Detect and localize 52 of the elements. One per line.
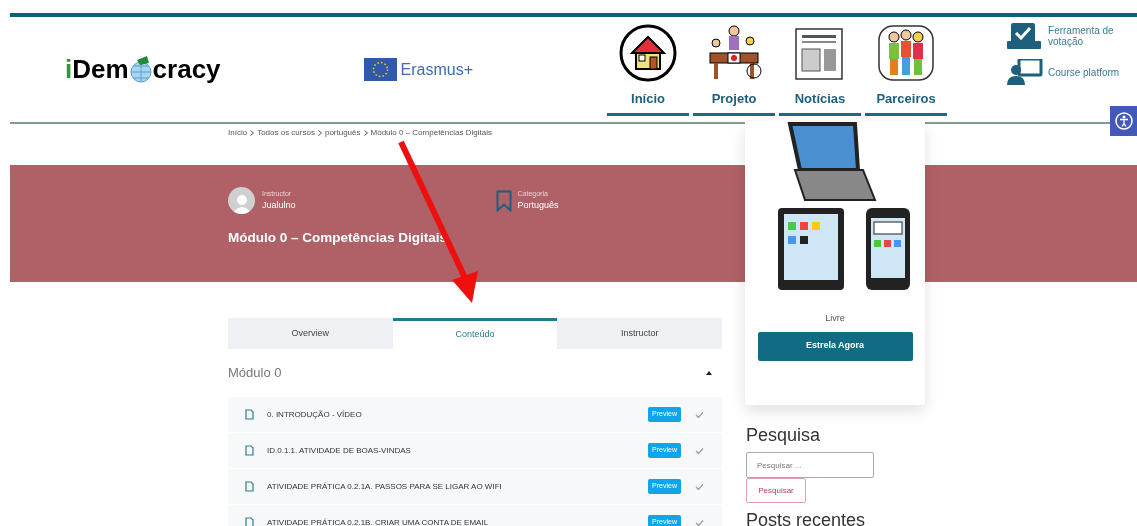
ballot-box-icon [1007,23,1044,49]
site-logo[interactable]: iDem cracy [65,50,221,89]
erasmus-logo: Erasmus+ [363,57,474,82]
check-icon [695,446,704,455]
lesson-title: ID.0.1.1. ATIVIDADE DE BOAS-VINDAS [267,444,412,457]
tool-link[interactable]: Course platform [1007,59,1127,85]
enroll-button[interactable]: Estrela Agora [757,331,913,361]
tab[interactable]: Overview [228,318,393,349]
tab[interactable]: Conteúdo [392,318,558,349]
avatar-icon [228,187,255,214]
nav-link[interactable]: Projeto [693,22,776,116]
chevron-icon [363,130,368,136]
check-icon [695,518,704,526]
category-name: Português [517,199,559,212]
globe-icon [128,55,153,84]
breadcrumb-link[interactable]: Início [228,127,248,139]
document-icon [245,517,254,526]
nav-link[interactable]: Início [607,22,690,116]
breadcrumb-link[interactable]: português [324,127,361,139]
document-icon [245,445,254,456]
presenter-icon [1007,59,1044,85]
recent-posts-heading: Posts recentes [746,509,867,526]
breadcrumb-current: Módulo 0 – Competências Digitais [370,127,492,139]
search-button[interactable]: Pesquisar [746,478,806,503]
tool-link[interactable]: Ferramenta de votação [1007,23,1127,49]
lesson-title: ATIVIDADE PRÁTICA 0.2.1B. CRIAR UMA CONTA DE EMAIL [267,516,490,526]
chevron-icon [250,130,255,136]
logo-text: cracy [152,53,221,86]
lesson-title: ATIVIDADE PRÁTICA 0.2.1A. PASSOS PARA SE LIGAR AO WIFI [267,480,503,493]
check-icon [695,482,704,491]
search-heading: Pesquisa [746,424,822,447]
breadcrumb-link[interactable]: Todos os cursos [257,127,315,139]
document-icon [245,481,254,492]
document-icon [245,409,254,420]
chevron-icon [317,130,322,136]
section-header[interactable]: Módulo 0 [228,349,722,397]
logo-text: iDem [65,53,129,86]
eu-flag-icon [363,58,397,81]
check-icon [695,410,704,419]
course-title: Módulo 0 – Competências Digitais [228,229,449,247]
nav-link[interactable]: Parceiros [865,22,948,116]
house-icon [618,22,679,83]
instructor-name: Jualulno [262,199,296,212]
search-field[interactable]: Pesquisar ... [746,452,874,478]
lesson-title: 0. INTRODUÇÃO - VÍDEO [267,408,363,421]
bookmark-icon [495,189,512,212]
accessibility-button[interactable] [1110,106,1137,136]
nav-link[interactable]: Notícias [779,22,862,116]
price-label: Livre [825,312,845,325]
people-group-icon [876,22,937,83]
accessibility-icon [1114,112,1133,130]
tab[interactable]: Instructor [557,318,722,349]
